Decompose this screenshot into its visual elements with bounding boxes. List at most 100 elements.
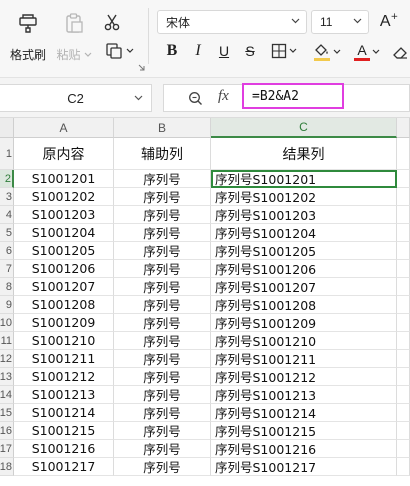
fx-icon[interactable]: fx [218,88,229,105]
cell-d[interactable] [397,138,410,170]
cell-a[interactable]: S1001212 [14,368,114,386]
cell-d[interactable] [397,314,410,332]
column-d-header-partial[interactable] [397,118,410,138]
cell-b[interactable]: 序列号 [114,332,211,350]
header-cell-c[interactable]: 结果列 [211,138,397,170]
cell-a[interactable]: S1001207 [14,278,114,296]
row-header[interactable]: 1 [0,138,14,170]
zoom-search-icon[interactable] [188,91,203,110]
row-header[interactable]: 9 [0,296,14,314]
cell-b[interactable]: 序列号 [114,458,211,476]
row-header[interactable]: 6 [0,242,14,260]
font-grow-button[interactable]: A + [376,10,402,34]
row-header[interactable]: 2 [0,170,14,188]
cell-a[interactable]: S1001216 [14,440,114,458]
header-cell-b[interactable]: 辅助列 [114,138,211,170]
cell-b[interactable]: 序列号 [114,314,211,332]
name-box[interactable]: C2 [0,84,152,112]
cell-d[interactable] [397,332,410,350]
cell-b[interactable]: 序列号 [114,296,211,314]
cell-c[interactable]: 序列号S1001210 [211,332,397,350]
cell-d[interactable] [397,296,410,314]
cell-c[interactable]: 序列号S1001203 [211,206,397,224]
cell-c[interactable]: 序列号S1001214 [211,404,397,422]
strikethrough-button[interactable]: S [238,40,262,62]
cell-b[interactable]: 序列号 [114,242,211,260]
cell-b[interactable]: 序列号 [114,422,211,440]
row-header[interactable]: 7 [0,260,14,278]
cell-c[interactable]: 序列号S1001209 [211,314,397,332]
column-c-header[interactable]: C [211,118,397,138]
borders-button[interactable] [268,40,300,62]
cell-a[interactable]: S1001217 [14,458,114,476]
cell-a[interactable]: S1001209 [14,314,114,332]
cell-b[interactable]: 序列号 [114,188,211,206]
cell-b[interactable]: 序列号 [114,170,211,188]
font-color-button[interactable]: A [350,40,384,64]
dialog-launcher-icon[interactable] [138,64,145,71]
cell-d[interactable] [397,188,410,206]
cell-d[interactable] [397,386,410,404]
cell-a[interactable]: S1001211 [14,350,114,368]
cell-c[interactable]: 序列号S1001207 [211,278,397,296]
cell-c[interactable]: 序列号S1001205 [211,242,397,260]
cell-d[interactable] [397,242,410,260]
cell-c[interactable]: 序列号S1001211 [211,350,397,368]
cell-a[interactable]: S1001210 [14,332,114,350]
cell-c[interactable]: 序列号S1001202 [211,188,397,206]
cell-d[interactable] [397,458,410,476]
cell-a[interactable]: S1001214 [14,404,114,422]
row-header[interactable]: 14 [0,386,14,404]
underline-button[interactable]: U [212,40,236,62]
row-header[interactable]: 15 [0,404,14,422]
cell-c[interactable]: 序列号S1001215 [211,422,397,440]
cell-b[interactable]: 序列号 [114,350,211,368]
cell-d[interactable] [397,350,410,368]
row-header[interactable]: 5 [0,224,14,242]
cell-b[interactable]: 序列号 [114,224,211,242]
cell-d[interactable] [397,170,410,188]
cell-a[interactable]: S1001206 [14,260,114,278]
cell-d[interactable] [397,278,410,296]
cell-c[interactable]: 序列号S1001217 [211,458,397,476]
cell-d[interactable] [397,404,410,422]
cell-b[interactable]: 序列号 [114,260,211,278]
cell-a[interactable]: S1001215 [14,422,114,440]
cell-c[interactable]: 序列号S1001206 [211,260,397,278]
cell-d[interactable] [397,368,410,386]
cell-c[interactable]: 序列号S1001216 [211,440,397,458]
cell-d[interactable] [397,224,410,242]
copy-button[interactable] [102,40,136,62]
italic-button[interactable]: I [186,40,210,62]
row-header[interactable]: 3 [0,188,14,206]
cell-a[interactable]: S1001203 [14,206,114,224]
select-all-corner[interactable] [0,118,14,138]
row-header[interactable]: 16 [0,422,14,440]
cell-d[interactable] [397,440,410,458]
cell-b[interactable]: 序列号 [114,404,211,422]
row-header[interactable]: 12 [0,350,14,368]
paste-button[interactable]: 粘贴 [54,6,94,64]
cell-d[interactable] [397,260,410,278]
format-painter-button[interactable]: 格式刷 [8,6,48,64]
cell-b[interactable]: 序列号 [114,386,211,404]
column-b-header[interactable]: B [114,118,211,138]
cut-button[interactable] [100,10,124,34]
cell-a[interactable]: S1001208 [14,296,114,314]
cell-a[interactable]: S1001201 [14,170,114,188]
row-header[interactable]: 17 [0,440,14,458]
cell-a[interactable]: S1001213 [14,386,114,404]
fill-color-button[interactable] [310,40,344,64]
font-name-select[interactable]: 宋体 [157,10,307,34]
row-header[interactable]: 13 [0,368,14,386]
cell-b[interactable]: 序列号 [114,368,211,386]
cell-c[interactable]: 序列号S1001201 [211,170,397,188]
formula-input[interactable]: =B2&A2 [242,83,344,109]
header-cell-a[interactable]: 原内容 [14,138,114,170]
cell-a[interactable]: S1001205 [14,242,114,260]
clear-format-button[interactable] [390,40,410,64]
cell-c[interactable]: 序列号S1001212 [211,368,397,386]
row-header[interactable]: 8 [0,278,14,296]
row-header[interactable]: 10 [0,314,14,332]
row-header[interactable]: 4 [0,206,14,224]
